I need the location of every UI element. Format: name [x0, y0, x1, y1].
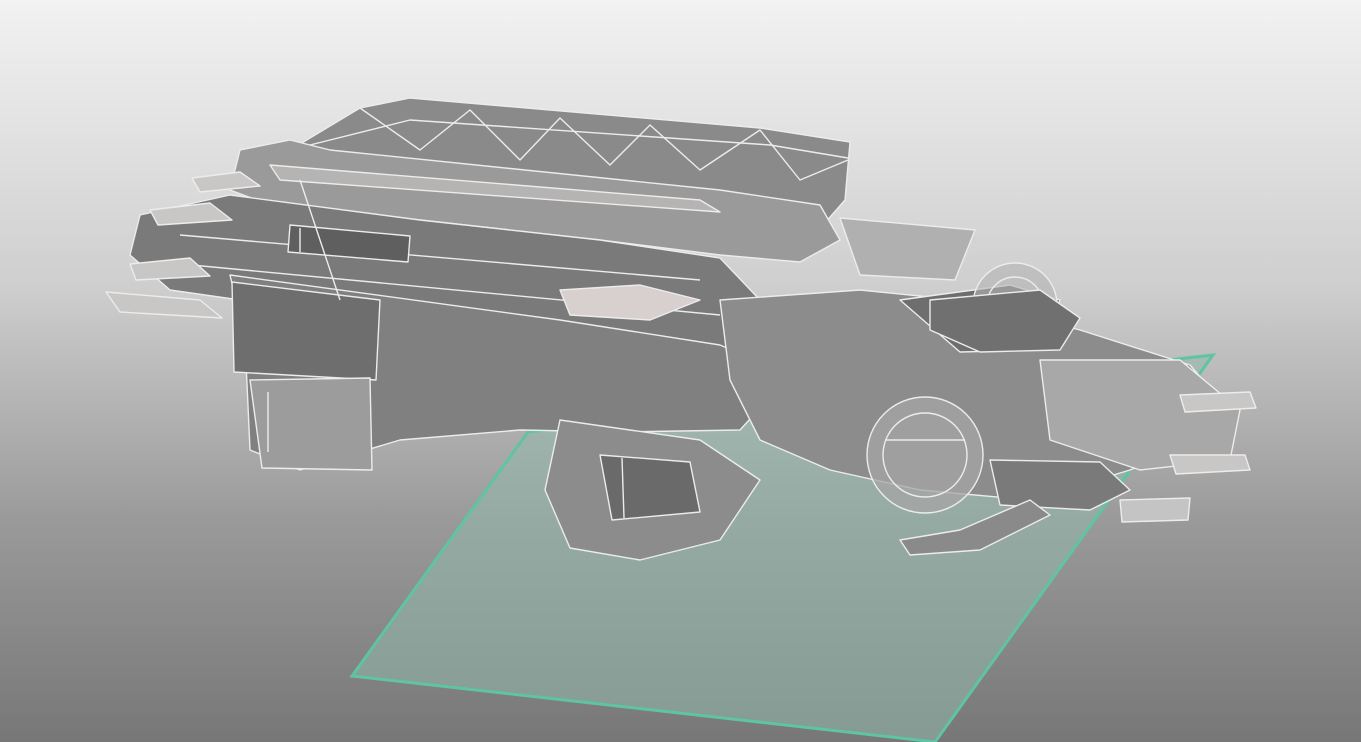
- 3d-viewport[interactable]: [0, 0, 1361, 742]
- nose-barrel-upper: [1179, 391, 1257, 413]
- front-turbine-ring: [866, 396, 984, 514]
- belly-pod-window: [599, 454, 701, 521]
- nose-grid-panel: [839, 217, 976, 281]
- left-prong-low: [105, 291, 223, 319]
- scene-canvas[interactable]: [0, 0, 1361, 742]
- front-landing-foot: [1119, 497, 1191, 523]
- nose-barrel-lower: [1169, 454, 1251, 475]
- spaceship-model[interactable]: [105, 97, 1257, 561]
- hull-side-plate: [231, 281, 381, 381]
